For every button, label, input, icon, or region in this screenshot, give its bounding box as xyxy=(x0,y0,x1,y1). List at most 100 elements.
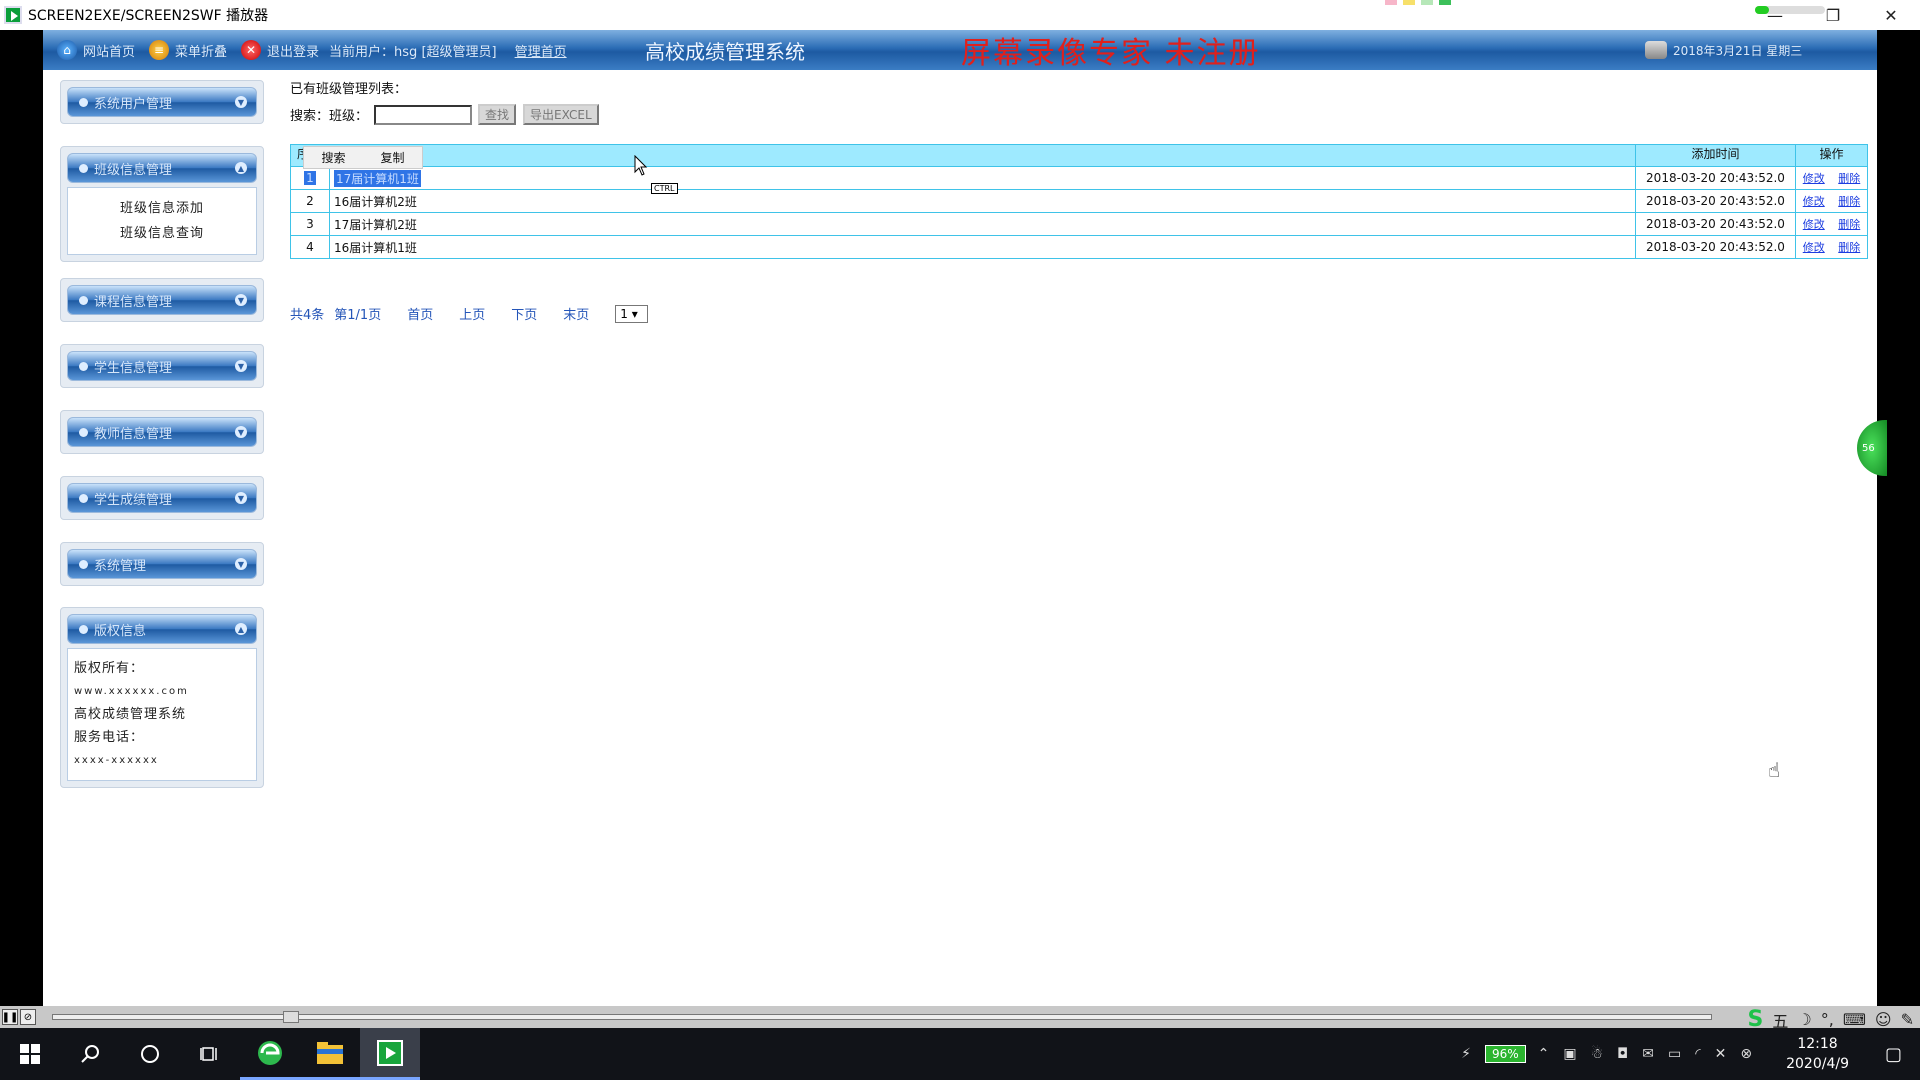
search-icon[interactable] xyxy=(60,1028,120,1080)
notification-icon[interactable]: ▢ xyxy=(1885,1044,1902,1065)
pager: 共4条 第1/1页 首页 上页 下页 末页 1 ▾ xyxy=(290,304,649,323)
menu-head-class-info[interactable]: 班级信息管理 ▲ xyxy=(67,153,257,183)
pager-next[interactable]: 下页 xyxy=(511,304,537,323)
task-view-icon[interactable] xyxy=(180,1028,240,1080)
close-button[interactable]: ✕ xyxy=(1862,0,1920,30)
battery-indicator[interactable]: 96% xyxy=(1484,1045,1526,1063)
search-row: 搜索： 班级： 查找 导出EXCEL xyxy=(290,104,606,125)
nav-menu-fold[interactable]: ≡ 菜单折叠 xyxy=(149,40,227,60)
row-name: 16届计算机2班 xyxy=(334,194,417,209)
submenu-class-query[interactable]: 班级信息查询 xyxy=(74,221,250,246)
table-row[interactable]: 3 17届计算机2班 2018-03-20 20:43:52.0 修改 删除 xyxy=(291,212,1867,235)
menu-teacher-info: 教师信息管理 ▼ xyxy=(60,410,264,454)
volume-mute-icon[interactable]: ✕ xyxy=(1715,1046,1727,1062)
menu-class-info: 班级信息管理 ▲ 班级信息添加 班级信息查询 xyxy=(60,146,264,262)
taskbar-explorer-icon[interactable] xyxy=(300,1028,360,1080)
minimize-button[interactable]: — xyxy=(1746,0,1804,30)
find-button[interactable]: 查找 xyxy=(478,104,517,125)
pager-last[interactable]: 末页 xyxy=(563,304,589,323)
playback-thumb[interactable] xyxy=(283,1011,299,1023)
chevron-down-icon[interactable]: ▼ xyxy=(235,360,247,372)
copyright-owner-label: 版权所有： xyxy=(74,661,145,676)
edit-link[interactable]: 修改 xyxy=(1803,193,1825,209)
row-id: 1 xyxy=(304,171,316,185)
delete-link[interactable]: 删除 xyxy=(1838,193,1860,209)
main-content: 已有班级管理列表： 搜索： 班级： 查找 导出EXCEL 序号 添加时间 操作 … xyxy=(290,78,1870,323)
page-select[interactable]: 1 ▾ xyxy=(615,304,649,323)
chevron-down-icon[interactable]: ▼ xyxy=(235,96,247,108)
pager-first[interactable]: 首页 xyxy=(407,304,433,323)
menu-head-system-users[interactable]: 系统用户管理 ▼ xyxy=(67,87,257,117)
nav-logout[interactable]: ✕ 退出登录 xyxy=(241,40,319,60)
date-label: 2018年3月21日 星期三 xyxy=(1673,43,1803,58)
edit-link[interactable]: 修改 xyxy=(1803,216,1825,232)
recorder-watermark: 屏幕录像专家 未注册 xyxy=(961,36,1261,71)
moon-icon[interactable]: ☽ xyxy=(1797,1010,1811,1029)
class-info-submenu: 班级信息添加 班级信息查询 xyxy=(67,187,257,255)
hand-cursor-icon: ☝ xyxy=(1768,758,1781,782)
pager-prev[interactable]: 上页 xyxy=(459,304,485,323)
cortana-icon[interactable] xyxy=(120,1028,180,1080)
export-excel-button[interactable]: 导出EXCEL xyxy=(523,104,599,125)
context-menu: 搜索 复制 xyxy=(303,146,423,169)
chevron-down-icon[interactable]: ▼ xyxy=(235,558,247,570)
top-nav: ⌂ 网站首页 ≡ 菜单折叠 ✕ 退出登录 当前用户：hsg [超级管理员] 管理… xyxy=(43,30,1877,71)
menu-head-teacher-info[interactable]: 教师信息管理 ▼ xyxy=(67,417,257,447)
nav-logout-label: 退出登录 xyxy=(267,44,320,60)
row-id: 2 xyxy=(306,194,314,208)
row-id: 3 xyxy=(306,217,314,231)
stop-button[interactable]: ⊘ xyxy=(20,1009,36,1025)
playback-slider[interactable] xyxy=(52,1011,1712,1023)
chevron-down-icon[interactable]: ▼ xyxy=(235,426,247,438)
mouse-pointer-icon xyxy=(634,155,648,176)
admin-home-link[interactable]: 管理首页 xyxy=(515,41,567,60)
camera-icon[interactable]: ▣ xyxy=(1563,1046,1576,1062)
skin-icon[interactable]: ☺ xyxy=(1875,1010,1892,1029)
edit-link[interactable]: 修改 xyxy=(1803,170,1825,186)
taskbar-browser-icon[interactable] xyxy=(240,1028,300,1080)
windows-start-icon[interactable] xyxy=(0,1028,60,1080)
menu-label: 班级信息管理 xyxy=(94,162,173,178)
wifi-icon[interactable]: ◜ xyxy=(1695,1046,1700,1062)
chevron-down-icon[interactable]: ▼ xyxy=(235,294,247,306)
table-row[interactable]: 4 16届计算机1班 2018-03-20 20:43:52.0 修改 删除 xyxy=(291,235,1867,258)
search-label: 搜索： xyxy=(290,109,330,124)
table-row[interactable]: 1 17届计算机1班 2018-03-20 20:43:52.0 修改 删除 xyxy=(291,166,1867,189)
menu-head-copyright[interactable]: 版权信息 ▲ xyxy=(67,614,257,644)
tools-icon[interactable]: ✎ xyxy=(1901,1010,1914,1029)
chevron-up-icon[interactable]: ⌃ xyxy=(1538,1046,1550,1062)
power-plug-icon: ⚡ xyxy=(1461,1046,1471,1062)
chevron-up-icon[interactable]: ▲ xyxy=(235,162,247,174)
nav-home[interactable]: ⌂ 网站首页 xyxy=(57,40,135,60)
app-c-icon[interactable]: ◘ xyxy=(1617,1046,1628,1062)
close-circle-icon[interactable]: ⊗ xyxy=(1740,1046,1752,1062)
row-name: 17届计算机1班 xyxy=(334,169,421,187)
pause-button[interactable]: ❚❚ xyxy=(2,1009,18,1025)
table-row[interactable]: 2 16届计算机2班 2018-03-20 20:43:52.0 修改 删除 xyxy=(291,189,1867,212)
context-search[interactable]: 搜索 xyxy=(304,147,363,168)
delete-link[interactable]: 删除 xyxy=(1838,170,1860,186)
menu-head-student-info[interactable]: 学生信息管理 ▼ xyxy=(67,351,257,381)
menu-head-course-info[interactable]: 课程信息管理 ▼ xyxy=(67,285,257,315)
wechat-icon[interactable]: ✉ xyxy=(1642,1046,1654,1062)
menu-head-system-manage[interactable]: 系统管理 ▼ xyxy=(67,549,257,579)
keyboard-icon[interactable]: ⌨ xyxy=(1843,1010,1866,1029)
menu-head-student-scores[interactable]: 学生成绩管理 ▼ xyxy=(67,483,257,513)
menu-student-info: 学生信息管理 ▼ xyxy=(60,344,264,388)
chevron-down-icon[interactable]: ▼ xyxy=(235,492,247,504)
delete-link[interactable]: 删除 xyxy=(1838,216,1860,232)
punctuation-icon[interactable]: °, xyxy=(1821,1010,1834,1029)
context-copy[interactable]: 复制 xyxy=(363,147,422,168)
chevron-up-icon[interactable]: ▲ xyxy=(235,623,247,635)
battery-icon[interactable]: ▭ xyxy=(1668,1046,1681,1062)
delete-link[interactable]: 删除 xyxy=(1838,239,1860,255)
edit-link[interactable]: 修改 xyxy=(1803,239,1825,255)
class-search-input[interactable] xyxy=(374,104,473,125)
clock-date: 2020/4/9 xyxy=(1786,1056,1849,1072)
submenu-class-add[interactable]: 班级信息添加 xyxy=(74,196,250,221)
qq-icon[interactable]: ☃ xyxy=(1591,1046,1604,1062)
row-time: 2018-03-20 20:43:52.0 xyxy=(1635,190,1795,212)
clock[interactable]: 12:18 2020/4/9 xyxy=(1786,1034,1849,1074)
taskbar-player-icon[interactable] xyxy=(360,1028,420,1080)
restore-button[interactable]: ❐ xyxy=(1804,0,1862,30)
